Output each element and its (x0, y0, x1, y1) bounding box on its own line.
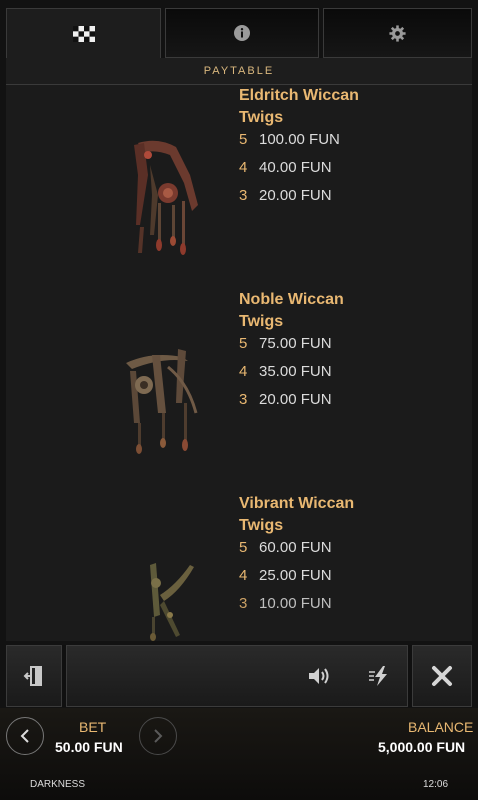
paytable-content: Eldritch Wiccan Twigs 5 100.00 FUN 4 40.00… (6, 85, 472, 641)
clock: 12:06 (423, 779, 449, 790)
balance-value: 5,000.00 FUN (378, 739, 466, 755)
control-panel (66, 645, 408, 707)
exit-button[interactable] (6, 645, 62, 707)
balance-label: BALANCE (408, 719, 474, 735)
symbol-name: Eldritch Wiccan Twigs (239, 87, 359, 126)
payout-row: 5 75.00 FUN (239, 335, 332, 352)
noble-twigs-image (126, 349, 198, 454)
close-icon (432, 666, 452, 686)
eldritch-twigs-image (134, 140, 198, 255)
paytable-title: PAYTABLE (203, 65, 275, 77)
turbo-button[interactable] (369, 665, 393, 692)
control-bar (6, 645, 472, 707)
bet-decrease-button[interactable] (6, 717, 44, 755)
symbol-name: Vibrant Wiccan Twigs (239, 495, 355, 534)
payout-row: 3 20.00 FUN (239, 187, 332, 204)
game-name: DARKNESS (30, 779, 86, 790)
symbol-noble-wiccan-twigs: Noble Wiccan Twigs 5 75.00 FUN 4 35.00 FUN… (6, 289, 472, 489)
sound-button[interactable] (307, 666, 333, 691)
info-icon (234, 25, 250, 41)
paytable-header: PAYTABLE (6, 58, 472, 85)
payout-row: 3 20.00 FUN (239, 391, 332, 408)
lightning-icon (369, 666, 387, 686)
checkerboard-icon (72, 25, 95, 42)
bet-increase-button[interactable] (139, 717, 177, 755)
tab-settings[interactable] (323, 8, 472, 58)
bet-value: 50.00 FUN (55, 739, 123, 755)
tab-paytable[interactable] (6, 8, 161, 58)
exit-door-icon (23, 666, 42, 686)
payout-row: 3 10.00 FUN (239, 595, 332, 612)
gear-icon (389, 24, 406, 42)
tab-info[interactable] (165, 8, 319, 58)
symbol-vibrant-wiccan-twigs: Vibrant Wiccan Twigs 5 60.00 FUN 4 25.00 F… (6, 493, 472, 641)
symbol-name: Noble Wiccan Twigs (239, 291, 344, 330)
chevron-left-icon (20, 729, 29, 743)
payout-row: 5 60.00 FUN (239, 539, 332, 556)
chevron-right-icon (154, 729, 163, 743)
payout-row: 4 40.00 FUN (239, 159, 332, 176)
payout-row: 4 35.00 FUN (239, 363, 332, 380)
payout-row: 4 25.00 FUN (239, 567, 332, 584)
speaker-icon (309, 668, 329, 684)
vibrant-twigs-image (150, 563, 194, 641)
menu-tabs (6, 8, 472, 58)
symbol-eldritch-wiccan-twigs: Eldritch Wiccan Twigs 5 100.00 FUN 4 40.00… (6, 85, 472, 285)
bet-label: BET (79, 719, 107, 735)
payout-row: 5 100.00 FUN (239, 131, 340, 148)
close-button[interactable] (412, 645, 472, 707)
